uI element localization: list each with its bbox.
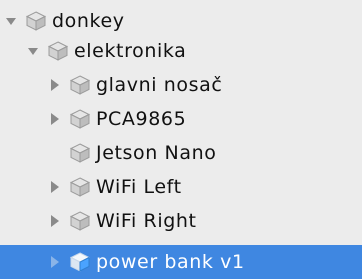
gameobject-cube-icon (46, 39, 70, 63)
expand-arrow-right-icon[interactable] (48, 180, 62, 194)
tree-item-label: WiFi Left (96, 176, 182, 198)
gameobject-cube-icon (68, 107, 92, 131)
gameobject-cube-icon (68, 175, 92, 199)
tree-item-label: elektronika (74, 40, 187, 62)
gameobject-cube-icon (68, 73, 92, 97)
gameobject-cube-icon (68, 141, 92, 165)
tree-item-label: PCA9865 (96, 108, 187, 130)
expand-arrow-down-icon[interactable] (4, 14, 18, 28)
tree-row-glavni-nosac[interactable]: glavni nosač (0, 68, 362, 102)
tree-row-pca9865[interactable]: PCA9865 (0, 102, 362, 136)
tree-row-power-bank-v1[interactable]: power bank v1 (0, 245, 362, 279)
tree-item-label: donkey (52, 10, 125, 32)
expand-arrow-down-icon[interactable] (26, 44, 40, 58)
expand-arrow-right-icon[interactable] (48, 214, 62, 228)
tree-row-donkey[interactable]: donkey (0, 4, 362, 38)
tree-row-jetson-nano[interactable]: Jetson Nano (0, 136, 362, 170)
tree-item-label: WiFi Right (96, 210, 197, 232)
tree-row-wifi-left[interactable]: WiFi Left (0, 170, 362, 204)
prefab-cube-icon (68, 250, 92, 274)
tree-item-label: glavni nosač (96, 74, 223, 96)
expand-arrow-right-icon[interactable] (48, 112, 62, 126)
tree-item-label: power bank v1 (96, 251, 245, 273)
hierarchy-tree: donkey elektronika glavni nosač PCA9865 … (0, 0, 362, 279)
tree-row-elektronika[interactable]: elektronika (0, 34, 362, 68)
tree-row-wifi-right[interactable]: WiFi Right (0, 204, 362, 238)
expand-arrow-right-icon[interactable] (48, 255, 62, 269)
gameobject-cube-icon (24, 9, 48, 33)
gameobject-cube-icon (68, 209, 92, 233)
expand-arrow-right-icon[interactable] (48, 78, 62, 92)
tree-item-label: Jetson Nano (96, 142, 217, 164)
